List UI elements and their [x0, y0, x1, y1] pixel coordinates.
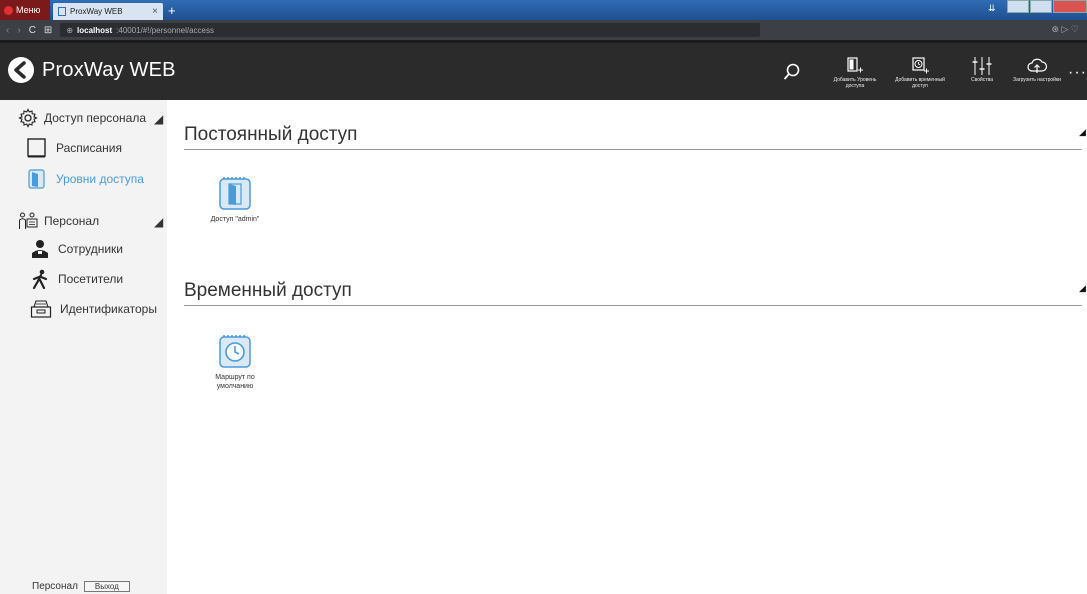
properties-label: Свойства: [971, 77, 993, 83]
back-icon[interactable]: ‹: [6, 25, 9, 36]
tab-favicon-icon: [58, 7, 66, 16]
section-divider: [184, 149, 1082, 150]
search-button[interactable]: [783, 63, 801, 86]
url-path: :40001/#!/personnel/access: [116, 25, 214, 35]
app-logo[interactable]: ProxWay WEB: [8, 57, 176, 83]
load-settings-label: Загрузить настройки: [1013, 77, 1061, 83]
access-level-name: Доступ "admin": [210, 216, 260, 223]
security-icon: ⊕: [66, 25, 74, 35]
app-title: ProxWay WEB: [42, 58, 176, 81]
reload-icon[interactable]: C: [29, 25, 36, 36]
more-menu-icon[interactable]: ···: [1068, 64, 1087, 82]
sidebar-item-identifiers[interactable]: Идентификаторы: [30, 299, 157, 319]
minimize-button[interactable]: [1007, 0, 1029, 13]
url-field[interactable]: ⊕ localhost:40001/#!/personnel/access: [60, 23, 761, 37]
add-temp-access-button[interactable]: Добавить временный доступ: [889, 55, 951, 89]
clock-access-icon: [219, 335, 251, 368]
sidebar-item-employees-label: Сотрудники: [58, 242, 123, 256]
sidebar-item-schedules[interactable]: Расписания: [26, 137, 122, 159]
sidebar-group-access-label: Доступ персонала: [44, 111, 147, 125]
properties-button[interactable]: Свойства: [951, 55, 1013, 83]
add-clock-icon: [912, 57, 929, 74]
sidebar-group-access[interactable]: Доступ персонала: [18, 108, 146, 128]
temp-access-name: Маршрут по умолчанию: [215, 374, 255, 390]
tab-close-icon[interactable]: ×: [152, 6, 158, 17]
section-title-temporary: Временный доступ: [184, 280, 352, 301]
window-controls: ⇊: [988, 0, 1087, 20]
browser-extension-icons[interactable]: ⊛ ▷ ♡: [1051, 24, 1079, 35]
sidebar-item-schedules-label: Расписания: [56, 141, 122, 155]
sidebar-group-personnel-label: Персонал: [44, 214, 100, 228]
people-badge-icon: [19, 212, 38, 229]
temp-access-tile[interactable]: Маршрут по умолчанию: [195, 333, 275, 391]
speed-dial-icon[interactable]: ⊞: [44, 25, 52, 36]
sidebar-item-visitors-label: Посетители: [58, 272, 124, 286]
walking-person-icon: [32, 269, 48, 289]
search-icon: [783, 63, 800, 80]
window-settings-icon[interactable]: ⇊: [988, 3, 1002, 16]
opera-logo-icon: [4, 5, 13, 15]
sidebar-item-employees[interactable]: Сотрудники: [30, 239, 123, 259]
section-divider: [184, 305, 1082, 306]
card-reader-icon: [30, 300, 52, 318]
app-header: ProxWay WEB Добавить Уровень доступа Доб…: [0, 40, 1087, 100]
schedule-icon: [27, 138, 46, 158]
maximize-button[interactable]: [1030, 0, 1052, 13]
collapse-triangle-icon[interactable]: ◢: [154, 112, 163, 126]
sidebar-item-access-levels[interactable]: Уровни доступа: [26, 168, 144, 190]
new-tab-icon[interactable]: +: [168, 3, 176, 18]
close-window-button[interactable]: [1053, 0, 1087, 13]
sidebar-item-access-levels-label: Уровни доступа: [56, 172, 144, 186]
exit-button[interactable]: Выход: [83, 581, 130, 592]
add-access-level-button[interactable]: Добавить Уровень доступа: [824, 55, 886, 89]
employee-icon: [32, 240, 48, 258]
forward-icon[interactable]: ›: [17, 25, 20, 36]
sidebar-item-visitors[interactable]: Посетители: [30, 269, 123, 289]
browser-tab[interactable]: ProxWay WEB ×: [53, 3, 163, 20]
sidebar-group-personnel[interactable]: Персонал: [18, 211, 99, 231]
address-bar: ‹ › C ⊞ ⊕ localhost:40001/#!/personnel/a…: [0, 20, 1087, 40]
back-circle-icon: [8, 57, 34, 83]
collapse-triangle-icon[interactable]: ◢: [1079, 283, 1086, 294]
sidebar-footer: Персонал Выход: [0, 581, 167, 592]
load-settings-button[interactable]: Загрузить настройки: [1006, 55, 1068, 83]
sidebar-item-identifiers-label: Идентификаторы: [60, 302, 157, 316]
section-title-permanent: Постоянный доступ: [184, 124, 358, 145]
tab-title: ProxWay WEB: [70, 7, 123, 16]
door-access-icon: [219, 177, 251, 210]
browser-tabbar: Меню ProxWay WEB × + ⇊: [0, 0, 1087, 20]
url-host: localhost: [77, 25, 113, 35]
browser-menu-button[interactable]: Меню: [0, 0, 50, 20]
access-level-tile[interactable]: Доступ "admin": [195, 175, 275, 224]
gear-icon: [18, 108, 38, 128]
add-door-icon: [847, 57, 863, 73]
add-access-level-label: Добавить Уровень доступа: [833, 77, 877, 89]
collapse-triangle-icon[interactable]: ◢: [1079, 127, 1086, 138]
collapse-triangle-icon[interactable]: ◢: [154, 215, 163, 229]
add-temp-access-label: Добавить временный доступ: [895, 77, 945, 89]
door-icon: [28, 169, 45, 189]
browser-menu-label: Меню: [16, 5, 41, 15]
sliders-icon: [972, 57, 992, 75]
current-section-label: Персонал: [32, 581, 78, 592]
cloud-upload-icon: [1027, 58, 1048, 73]
sidebar: Доступ персонала ◢ Расписания Уровни дос…: [0, 100, 167, 594]
